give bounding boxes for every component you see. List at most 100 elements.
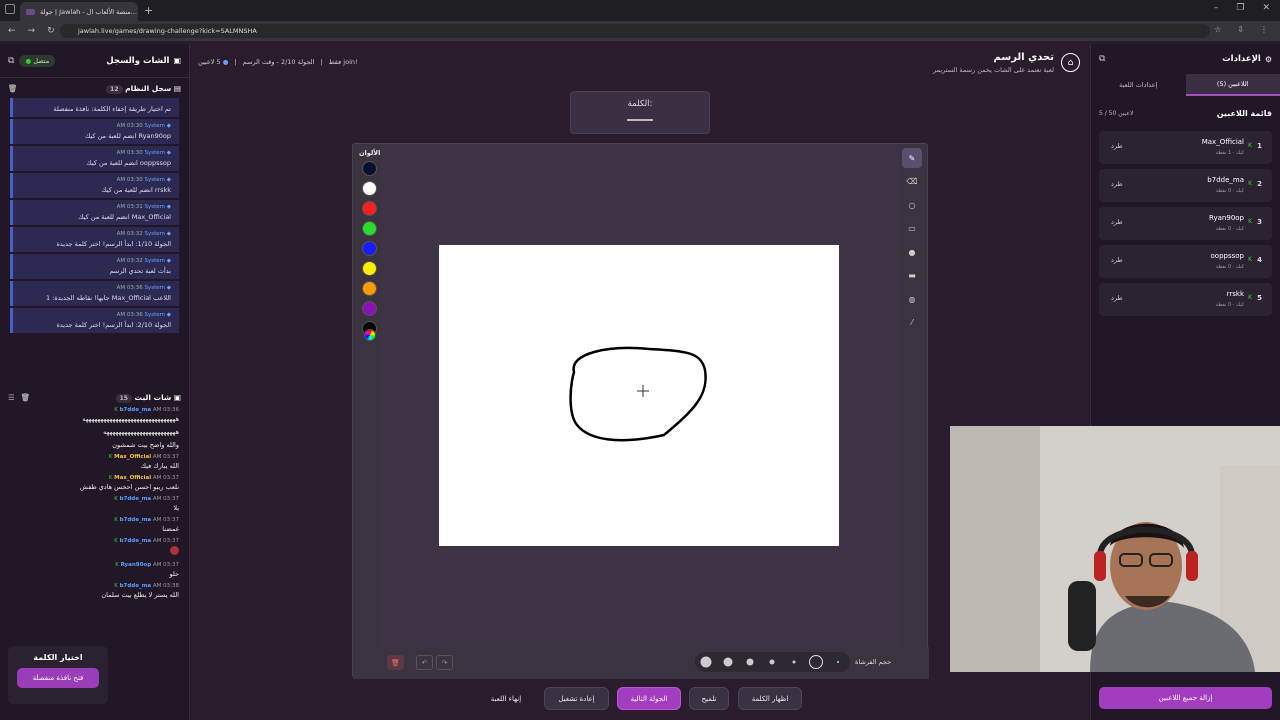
download-icon[interactable]: ⇩ bbox=[1237, 25, 1244, 34]
color-swatch[interactable] bbox=[362, 261, 377, 276]
choose-word-card: اختيار الكلمة فتح نافذة منفصلة bbox=[8, 646, 108, 704]
log-item: AM 03:30 System ◆ Ryan90op انضم للعبة من … bbox=[10, 119, 179, 144]
chat-username[interactable]: Ryan90op bbox=[121, 562, 152, 568]
kick-icon: K bbox=[114, 407, 118, 413]
forward-icon[interactable]: → bbox=[28, 26, 36, 36]
tab-list-icon[interactable] bbox=[5, 4, 15, 14]
brush-size-option[interactable] bbox=[769, 659, 775, 665]
round-info: !join فقط | الجولة 2/10 - وقت الرسم | ● … bbox=[198, 58, 358, 66]
url-field[interactable]: jawlah.live/games/drawing-challenge?kick… bbox=[60, 24, 1210, 38]
drawing-canvas[interactable] bbox=[439, 245, 839, 546]
bucket-tool-button[interactable]: ◍ bbox=[902, 289, 922, 309]
remove-all-players-button[interactable]: إزالة جميع اللاعبين bbox=[1099, 687, 1272, 709]
color-swatch[interactable] bbox=[362, 161, 377, 176]
color-swatch[interactable] bbox=[362, 201, 377, 216]
join-hint: !join فقط bbox=[328, 58, 358, 66]
brush-size-option[interactable] bbox=[837, 661, 839, 663]
shield-icon: ◆ bbox=[166, 258, 171, 264]
kick-player-button[interactable]: طرد bbox=[1111, 180, 1123, 188]
custom-color-picker[interactable] bbox=[364, 329, 376, 341]
brush-size-option[interactable] bbox=[792, 660, 796, 664]
color-swatch[interactable] bbox=[362, 221, 377, 236]
next-round-button[interactable]: الجولة التالية bbox=[617, 687, 681, 710]
pencil-tool-button[interactable]: ✎ bbox=[902, 148, 922, 168]
clear-chat-icon[interactable]: 🗑 bbox=[21, 393, 31, 402]
kick-player-button[interactable]: طرد bbox=[1111, 142, 1123, 150]
dot-tool-button[interactable]: ● bbox=[902, 242, 922, 262]
close-window-icon[interactable]: ✕ bbox=[1262, 3, 1270, 13]
kick-icon: K bbox=[108, 454, 113, 460]
new-tab-icon[interactable]: + bbox=[144, 4, 153, 17]
line-tool-button[interactable]: ⁄ bbox=[902, 313, 922, 333]
color-swatch[interactable] bbox=[362, 281, 377, 296]
circle-tool-button[interactable]: ○ bbox=[902, 195, 922, 215]
back-icon[interactable]: ← bbox=[8, 26, 16, 36]
brush-size-option[interactable] bbox=[700, 656, 712, 668]
log-sender: System bbox=[144, 285, 166, 291]
minimize-icon[interactable]: – bbox=[1214, 3, 1219, 13]
drawn-shape bbox=[569, 346, 707, 442]
menu-icon[interactable]: ⋮ bbox=[1260, 25, 1268, 34]
redo-button[interactable]: ↷ bbox=[436, 655, 453, 670]
choose-word-title: اختيار الكلمة bbox=[33, 653, 83, 662]
player-name: Ryan90op bbox=[1209, 214, 1244, 222]
chat-time: AM 03:38 bbox=[152, 583, 179, 589]
chat-message: K b7dde_ma AM 03:38 الله يستر لا يطلع بيت… bbox=[10, 583, 179, 599]
undo-button[interactable]: ↶ bbox=[416, 655, 433, 670]
kick-player-button[interactable]: طرد bbox=[1111, 256, 1123, 264]
chat-username[interactable]: b7dde_ma bbox=[120, 496, 152, 502]
bookmark-star-icon[interactable]: ☆ bbox=[1214, 25, 1221, 34]
chat-username[interactable]: Max_Official bbox=[114, 475, 151, 481]
chat-username[interactable]: Max_Official bbox=[114, 454, 151, 460]
tab-players[interactable]: اللاعبين (5) bbox=[1185, 74, 1280, 96]
chat-username[interactable]: b7dde_ma bbox=[120, 538, 152, 544]
maximize-icon[interactable]: ❐ bbox=[1236, 3, 1244, 13]
brush-size-option[interactable] bbox=[723, 657, 733, 667]
chat-username[interactable]: b7dde_ma bbox=[120, 407, 152, 413]
chat-time: AM 03:37 bbox=[152, 562, 179, 568]
player-rank: 3 bbox=[1257, 218, 1262, 226]
reload-icon[interactable]: ↻ bbox=[47, 26, 55, 36]
color-swatch[interactable] bbox=[362, 301, 377, 316]
shield-icon: ◆ bbox=[166, 150, 171, 156]
brush-size-option-selected[interactable] bbox=[809, 655, 823, 669]
chat-text: الله يبارك فيك bbox=[140, 462, 179, 470]
rect-tool-button[interactable]: ▭ bbox=[902, 219, 922, 239]
end-game-button[interactable]: إنهاء اللعبة bbox=[480, 687, 532, 710]
clear-canvas-button[interactable]: 🗑 bbox=[387, 655, 404, 670]
round-label: الجولة 2/10 bbox=[280, 58, 315, 66]
bucket-icon: ◍ bbox=[908, 294, 916, 304]
eraser-tool-button[interactable]: ⌫ bbox=[902, 172, 922, 192]
browser-tab[interactable]: جولة | Jawlah - منصة الألعاب ال... ✕ bbox=[20, 2, 138, 21]
brush-size-option[interactable] bbox=[746, 658, 754, 666]
chat-username[interactable]: b7dde_ma bbox=[120, 517, 152, 523]
log-text: تم اختيار طريقة إخفاء الكلمة: نافذة منفص… bbox=[53, 105, 171, 113]
restart-button[interactable]: إعادة تشغيل bbox=[544, 687, 609, 710]
clear-log-icon[interactable]: 🗑 bbox=[8, 84, 18, 93]
chat-username[interactable]: b7dde_ma bbox=[120, 583, 152, 589]
tool-bar: ✎ ⌫ ○ ▭ ● ▬ ◍ ⁄ bbox=[902, 148, 924, 336]
chat-message: ههههههههههههههههههههههههه bbox=[10, 428, 179, 436]
home-button[interactable]: ⌂ bbox=[1061, 53, 1080, 72]
hint-button[interactable]: تلميح bbox=[689, 687, 729, 710]
kick-platform-icon: K bbox=[1248, 294, 1252, 301]
log-text: بدأت لعبة تحدي الرسم bbox=[109, 267, 171, 275]
log-sender: System bbox=[144, 231, 166, 237]
panel-title: الشات والسجل bbox=[106, 55, 170, 66]
player-name: rrskk bbox=[1226, 290, 1244, 298]
kick-player-button[interactable]: طرد bbox=[1111, 294, 1123, 302]
log-text: اللاعب Max_Official جابها! نقاطه الجديدة… bbox=[45, 294, 171, 302]
tab-game-settings[interactable]: إعدادات اللعبة bbox=[1091, 74, 1186, 96]
collapse-panel-icon[interactable]: ⧉ bbox=[8, 56, 14, 66]
collapse-right-icon[interactable]: ⧉ bbox=[1099, 54, 1105, 64]
kick-player-button[interactable]: طرد bbox=[1111, 218, 1123, 226]
color-swatch[interactable] bbox=[362, 181, 377, 196]
list-icon[interactable]: ☰ bbox=[8, 393, 15, 402]
chat-text: غمضنا bbox=[162, 525, 179, 533]
open-separate-window-button[interactable]: فتح نافذة منفصلة bbox=[17, 668, 99, 688]
home-icon: ⌂ bbox=[1067, 57, 1074, 68]
fill-rect-tool-button[interactable]: ▬ bbox=[902, 266, 922, 286]
player-row: طرد rrskk كيك · 0 نقطة K 5 bbox=[1099, 283, 1272, 316]
show-word-button[interactable]: اظهار الكلمة bbox=[738, 687, 802, 710]
color-swatch[interactable] bbox=[362, 241, 377, 256]
